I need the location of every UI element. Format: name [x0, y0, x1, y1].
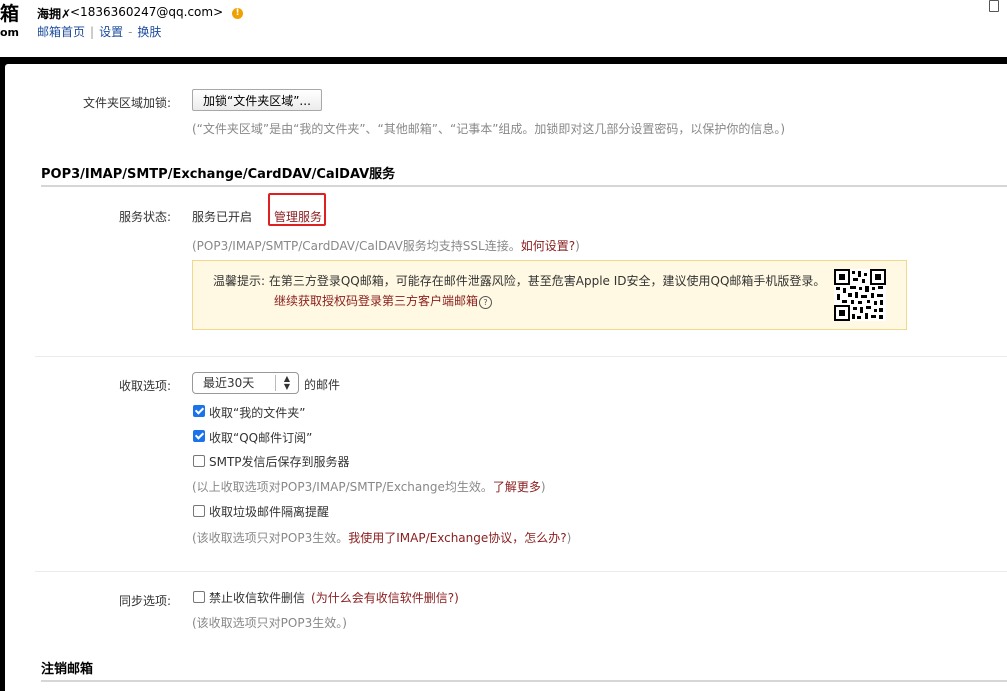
user-name: 海拥✗ [37, 7, 72, 21]
receive-note-1-text: (以上收取选项对POP3/IMAP/SMTP/Exchange均生效。 [192, 480, 493, 494]
ssl-note-text: (POP3/IMAP/SMTP/CardDAV/CalDAV服务均支持SSL连接… [192, 239, 521, 253]
receive-period-select[interactable]: 最近30天 ▲ ▼ [192, 372, 299, 394]
receive-note-1-end: ) [540, 480, 546, 494]
help-icon[interactable]: ? [479, 296, 493, 309]
receive-note-2: (该收取选项只对POP3生效。我使用了IMAP/Exchange协议，怎么办?) [192, 529, 571, 546]
receive-period-suffix: 的邮件 [304, 378, 341, 392]
services-section-title: POP3/IMAP/SMTP/Exchange/CardDAV/CalDAV服务 [41, 167, 396, 182]
settings-panel: 文件夹区域加锁: 加锁“文件夹区域”... (“文件夹区域”是由“我的文件夹”、… [5, 64, 1007, 691]
sync-options-label: 同步选项: [118, 594, 171, 608]
tip-line-2: 继续获取授权码登录第三方客户端邮箱? [274, 292, 493, 309]
spam-reminder-label[interactable]: 收取垃圾邮件隔离提醒 [209, 503, 329, 520]
receive-qq-subscription-checkbox[interactable] [193, 430, 205, 442]
logo-subtext: om [0, 26, 20, 39]
sync-note: (该收取选项只对POP3生效。) [192, 616, 347, 630]
service-status-label: 服务状态: [118, 210, 171, 224]
settings-link[interactable]: 设置 [99, 25, 123, 39]
folder-lock-label: 文件夹区域加锁: [82, 96, 171, 110]
tip-line-1: 温馨提示: 在第三方登录QQ邮箱，可能存在邮件泄露风险，甚至危害Apple ID… [213, 274, 826, 288]
receive-period-value: 最近30天 [203, 376, 255, 390]
phone-icon[interactable] [989, 0, 999, 12]
divider: - [128, 25, 133, 39]
receive-note-1: (以上收取选项对POP3/IMAP/SMTP/Exchange均生效。了解更多) [192, 478, 546, 495]
imap-exchange-help-link[interactable]: 我使用了IMAP/Exchange协议，怎么办? [348, 531, 566, 545]
row-divider [35, 571, 1007, 572]
smtp-save-label[interactable]: SMTP发信后保存到服务器 [209, 453, 350, 470]
receive-my-folders-checkbox[interactable] [193, 405, 205, 417]
sync-option-row: 禁止收信软件删信 (为什么会有收信软件删信?) [209, 589, 459, 606]
user-email: <1836360247@qq.com> [70, 5, 224, 19]
learn-more-link[interactable]: 了解更多 [493, 480, 541, 494]
warning-tip-box: 温馨提示: 在第三方登录QQ邮箱，可能存在邮件泄露风险，甚至危害Apple ID… [192, 260, 907, 330]
spam-reminder-checkbox[interactable] [193, 505, 205, 517]
receive-note-2-end: ) [566, 531, 572, 545]
receive-my-folders-label[interactable]: 收取“我的文件夹” [209, 404, 305, 421]
service-status-value: 服务已开启 [192, 210, 253, 224]
prevent-client-delete-label[interactable]: 禁止收信软件删信 [209, 591, 305, 605]
logo[interactable]: 箱 [0, 4, 19, 24]
get-auth-code-link[interactable]: 继续获取授权码登录第三方客户端邮箱 [274, 294, 478, 308]
receive-qq-subscription-label[interactable]: 收取“QQ邮件订阅” [209, 429, 312, 446]
manage-service-highlight [268, 193, 326, 226]
folder-lock-button[interactable]: 加锁“文件夹区域”... [192, 89, 322, 111]
section-divider [41, 185, 1007, 187]
ssl-note-end: ) [575, 239, 580, 253]
cancel-mailbox-title: 注销邮箱 [41, 662, 94, 677]
receive-options-label: 收取选项: [118, 379, 171, 393]
prevent-client-delete-checkbox[interactable] [193, 591, 205, 603]
how-to-setup-link[interactable]: 如何设置? [521, 239, 575, 253]
divider: | [90, 25, 95, 39]
row-divider [35, 356, 1007, 357]
smtp-save-checkbox[interactable] [193, 455, 205, 467]
select-arrows-icon: ▲ ▼ [275, 375, 298, 391]
warning-icon[interactable]: ! [232, 8, 243, 19]
receive-note-2-text: (该收取选项只对POP3生效。 [192, 531, 349, 545]
qr-code-icon [834, 269, 886, 321]
why-client-delete-link[interactable]: (为什么会有收信软件删信?) [311, 591, 459, 605]
ssl-note: (POP3/IMAP/SMTP/CardDAV/CalDAV服务均支持SSL连接… [192, 237, 580, 254]
folder-lock-note: (“文件夹区域”是由“我的文件夹”、“其他邮箱”、“记事本”组成。加锁即对这几部… [192, 122, 786, 136]
top-bar: 箱 om 海拥✗ <1836360247@qq.com> ! 邮箱首页 | 设置 - 换… [0, 0, 1007, 57]
change-skin-link[interactable]: 换肤 [137, 25, 161, 39]
top-links: 邮箱首页 | 设置 - 换肤 [37, 23, 161, 40]
mailbox-home-link[interactable]: 邮箱首页 [37, 25, 85, 39]
section-divider [41, 680, 1007, 682]
